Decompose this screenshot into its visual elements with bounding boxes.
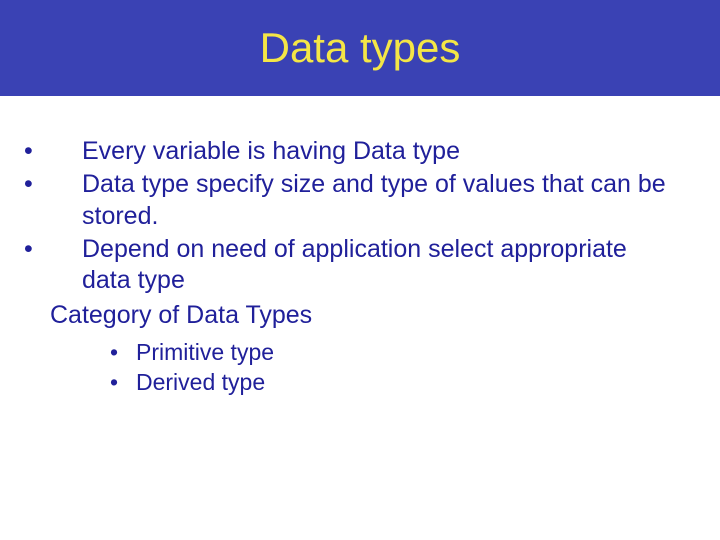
list-item: Data type specify size and type of value… (80, 169, 670, 232)
list-item: Depend on need of application select app… (80, 234, 670, 297)
slide-title: Data types (260, 24, 461, 72)
list-item: Derived type (110, 368, 670, 397)
list-item: Every variable is having Data type (80, 136, 670, 167)
title-bar: Data types (0, 0, 720, 96)
list-item: Primitive type (110, 338, 670, 367)
sub-bullet-list: Primitive type Derived type (50, 338, 670, 398)
category-heading: Category of Data Types (50, 300, 670, 331)
slide-content: Every variable is having Data type Data … (0, 96, 720, 397)
slide: Data types Every variable is having Data… (0, 0, 720, 540)
main-bullet-list: Every variable is having Data type Data … (50, 136, 670, 296)
